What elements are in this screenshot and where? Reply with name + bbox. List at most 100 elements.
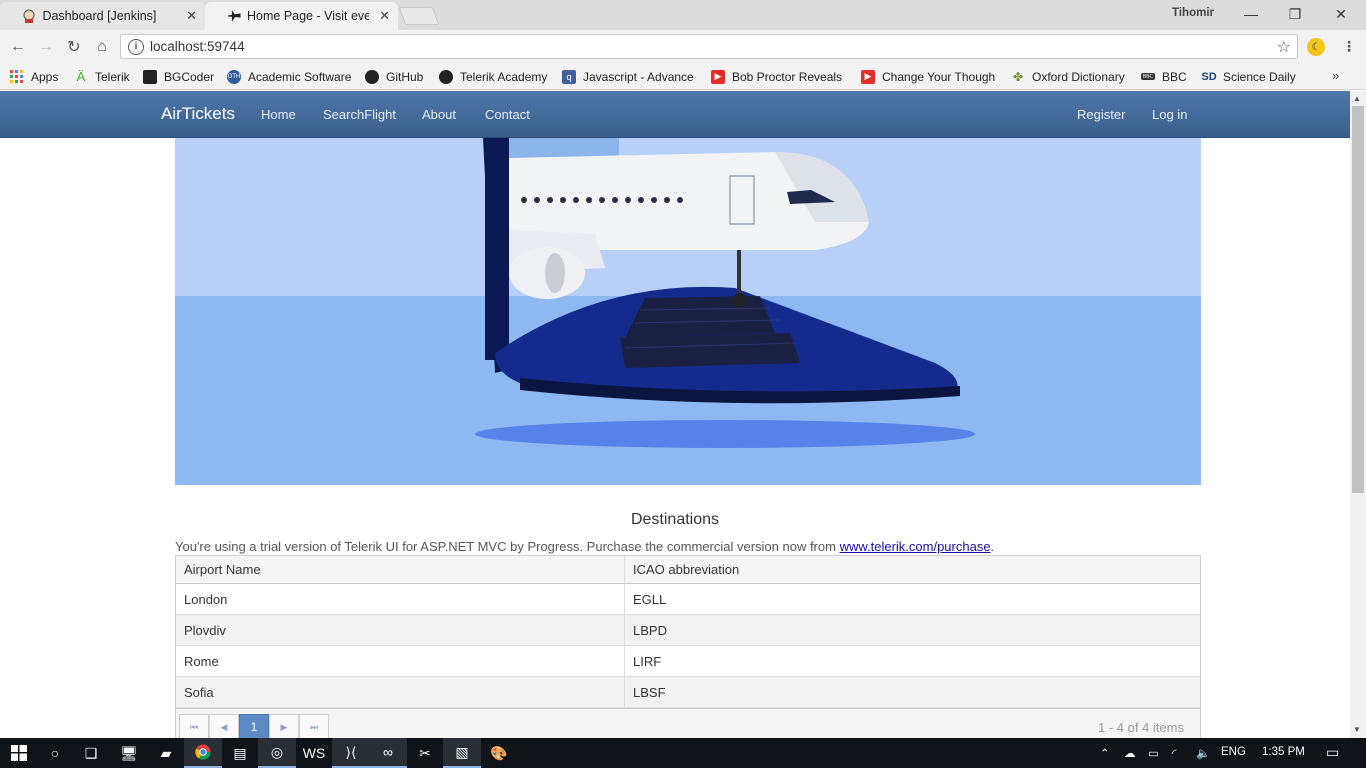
paint-icon[interactable]: 🎨	[480, 738, 518, 768]
bookmark-bbc[interactable]: BBC BBC	[1141, 68, 1187, 85]
vscode-icon[interactable]: ⟩⟨	[332, 738, 370, 768]
tab-title: Dashboard [Jenkins]	[42, 9, 157, 23]
bookmark-telerik-academy[interactable]: Telerik Academy	[439, 68, 547, 85]
youtube-icon: ▶	[711, 69, 725, 84]
webstorm-icon[interactable]: WS	[295, 738, 333, 768]
scrollbar-thumb[interactable]	[1352, 106, 1364, 493]
bookmark-apps[interactable]: Apps	[10, 68, 58, 85]
icao-cell: LIRF	[633, 654, 662, 669]
bookmark-javascript-advanced[interactable]: q Javascript - Advance	[562, 68, 699, 85]
academic-software-icon: OTH	[227, 69, 241, 84]
airport-name-cell: London	[184, 592, 228, 607]
tab-home-page[interactable]: Home Page - Visit every ✕	[205, 2, 398, 30]
volume-icon[interactable]: 🔈	[1196, 746, 1210, 760]
battery-icon[interactable]: ▭	[1148, 746, 1159, 760]
table-row[interactable]: Rome LIRF	[176, 646, 1200, 677]
plane-laptop-illustration	[475, 138, 975, 448]
nav-register[interactable]: Register	[1077, 107, 1125, 122]
bookmark-academic-software[interactable]: OTH Academic Software	[227, 68, 351, 85]
bookmark-telerik[interactable]: Ä Telerik	[74, 68, 130, 85]
more-bookmarks-icon[interactable]: »	[1332, 68, 1339, 83]
column-separator	[624, 556, 625, 583]
bookmark-oxford-dictionary[interactable]: ✤ Oxford Dictionary	[1011, 68, 1125, 85]
column-header-icao[interactable]: ICAO abbreviation	[633, 562, 739, 577]
purchase-link[interactable]: www.telerik.com/purchase	[840, 539, 991, 554]
bookmark-label: Oxford Dictionary	[1032, 69, 1125, 84]
nav-about[interactable]: About	[422, 107, 456, 122]
address-bar[interactable]: i localhost:59744 ☆	[120, 34, 1298, 59]
table-row[interactable]: London EGLL	[176, 584, 1200, 615]
chrome-icon[interactable]	[184, 738, 222, 768]
icao-cell: EGLL	[633, 592, 667, 607]
language-indicator[interactable]: ENG	[1221, 746, 1246, 758]
page-scrollbar[interactable]: ▲ ▼	[1350, 91, 1366, 738]
tray-expand-icon[interactable]: ⌃	[1100, 746, 1110, 760]
pager-first-button[interactable]: ⏮	[179, 714, 209, 738]
photos-icon[interactable]: ▧	[443, 738, 481, 768]
restore-icon[interactable]: ❐	[1272, 0, 1318, 28]
close-window-icon[interactable]: ✕	[1318, 0, 1364, 28]
nav-contact[interactable]: Contact	[485, 107, 530, 122]
browser-menu-icon[interactable]: ⋮	[1342, 38, 1356, 55]
bbc-icon: BBC	[1141, 73, 1155, 80]
column-header-airport-name[interactable]: Airport Name	[184, 562, 261, 577]
site-navbar: AirTickets Home SearchFlight About Conta…	[0, 91, 1350, 138]
windows-taskbar: ○ ❑ 🖥 ▰ ▤ ◎ WS ⟩⟨ ∞ ✂ ▧ 🎨 ⌃ ☁ ▭ ◜ 🔈 ENG …	[0, 738, 1366, 768]
table-row[interactable]: Plovdiv LBPD	[176, 615, 1200, 646]
bookmark-bgcoder[interactable]: BGCoder	[143, 68, 214, 85]
pager-next-button[interactable]: ▶	[269, 714, 299, 738]
windows-start-icon[interactable]	[0, 738, 38, 768]
browser-toolbar: ← → ↻ ⌂ i localhost:59744 ☆ ☾ ⋮	[0, 30, 1366, 63]
sticky-notes-icon[interactable]: ▤	[221, 738, 259, 768]
notifications-icon[interactable]: ▭	[1326, 744, 1339, 761]
bgcoder-icon	[143, 69, 157, 84]
sciencedaily-icon: SD	[1201, 70, 1217, 83]
scroll-up-icon[interactable]: ▲	[1353, 94, 1361, 103]
extension-icon[interactable]: ☾	[1307, 38, 1325, 56]
bookmark-github[interactable]: GitHub	[365, 68, 423, 85]
forward-arrow-icon[interactable]: →	[36, 37, 56, 57]
back-arrow-icon[interactable]: ←	[8, 37, 28, 57]
pager-prev-button[interactable]: ◀	[209, 714, 239, 738]
bookmark-change-your-thoughts[interactable]: ▶ Change Your Though	[861, 68, 998, 85]
app-green-icon[interactable]: ◎	[258, 738, 296, 768]
pager-last-button[interactable]: ⏭	[299, 714, 329, 738]
snipping-tool-icon[interactable]: ✂	[406, 738, 444, 768]
grid-pager: ⏮ ◀ 1 ▶ ⏭ 1 - 4 of 4 items	[176, 708, 1200, 738]
telerik-icon: Ä	[76, 69, 86, 84]
cortana-search-icon[interactable]: ○	[36, 738, 74, 768]
visual-studio-icon[interactable]: ∞	[369, 738, 407, 768]
clock[interactable]: 1:35 PM	[1262, 746, 1305, 758]
minimize-icon[interactable]: —	[1228, 0, 1274, 28]
scroll-down-icon[interactable]: ▼	[1353, 725, 1361, 734]
wifi-icon[interactable]: ◜	[1172, 746, 1176, 760]
url-text[interactable]: localhost:59744	[150, 39, 245, 54]
nav-searchflight[interactable]: SearchFlight	[323, 107, 396, 122]
table-row[interactable]: Sofia LBSF	[176, 677, 1200, 708]
nav-home[interactable]: Home	[261, 107, 296, 122]
info-icon[interactable]: i	[128, 38, 144, 55]
bookmark-star-icon[interactable]: ☆	[1277, 37, 1291, 57]
bookmark-label: Telerik Academy	[460, 69, 548, 84]
brand-link[interactable]: AirTickets	[161, 104, 235, 124]
task-view-icon[interactable]: ❑	[72, 738, 110, 768]
profile-name[interactable]: Tihomir	[1172, 7, 1214, 19]
bookmark-science-daily[interactable]: SD Science Daily	[1201, 68, 1296, 85]
close-tab-icon[interactable]: ✕	[186, 8, 197, 24]
airport-name-cell: Plovdiv	[184, 623, 226, 638]
browser-tab-strip: Dashboard [Jenkins] ✕ Home Page - Visit …	[0, 0, 1366, 30]
bookmark-bob-proctor[interactable]: ▶ Bob Proctor Reveals	[711, 68, 848, 85]
reload-icon[interactable]: ↻	[64, 37, 84, 57]
this-pc-icon[interactable]: 🖥	[110, 738, 148, 768]
pager-page-1[interactable]: 1	[239, 714, 269, 738]
bookmark-label: Academic Software	[248, 69, 352, 84]
nav-login[interactable]: Log in	[1152, 107, 1187, 122]
file-explorer-icon[interactable]: ▰	[147, 738, 185, 768]
tab-jenkins-dashboard[interactable]: Dashboard [Jenkins] ✕	[0, 2, 205, 30]
tray-app-icon[interactable]: ☁	[1124, 746, 1136, 760]
bookmark-label: Science Daily	[1223, 69, 1296, 84]
home-icon[interactable]: ⌂	[92, 37, 112, 57]
column-separator	[624, 584, 625, 614]
new-tab-button[interactable]	[398, 7, 440, 25]
close-tab-icon[interactable]: ✕	[379, 8, 390, 24]
